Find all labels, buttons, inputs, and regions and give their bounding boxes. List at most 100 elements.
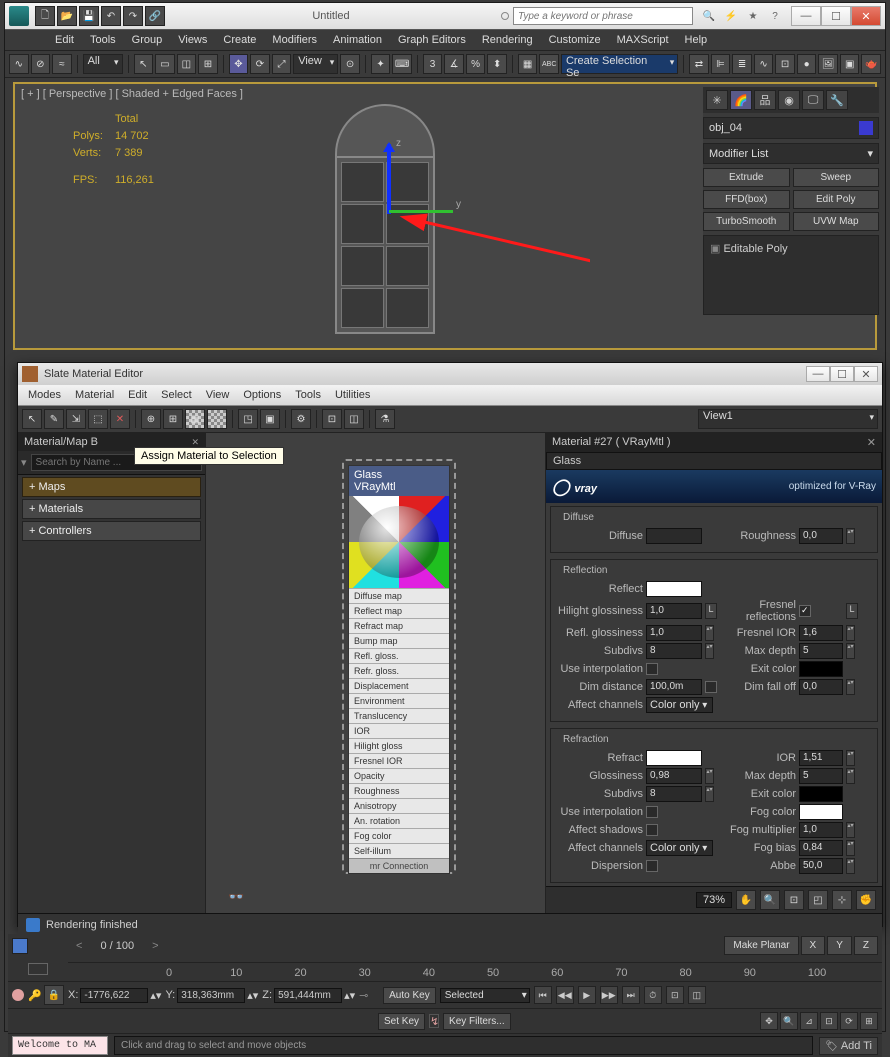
slate-menu-view[interactable]: View [206, 389, 230, 401]
node-preview[interactable] [349, 496, 449, 588]
slate-delete-icon[interactable]: ✕ [110, 409, 130, 429]
window-crossing-icon[interactable]: ⊞ [198, 54, 218, 74]
slate-layoutall-icon[interactable]: ⊡ [322, 409, 342, 429]
hilight-gloss-input[interactable]: 1,0 [646, 603, 702, 619]
turbosmooth-button[interactable]: TurboSmooth [703, 212, 790, 231]
select-name-icon[interactable]: ▭ [155, 54, 175, 74]
named-sel-icon[interactable]: ▦ [518, 54, 538, 74]
mirror-icon[interactable]: ⇄ [689, 54, 709, 74]
grab-icon[interactable]: ✊ [856, 890, 876, 910]
scale-icon[interactable]: ⤢ [272, 54, 292, 74]
vp-zoomall-icon[interactable]: ⊡ [820, 1012, 838, 1030]
roughness-spinner[interactable]: ▴▾ [846, 528, 855, 544]
angle-snap-icon[interactable]: ∡ [444, 54, 464, 74]
time-slider[interactable] [12, 938, 68, 954]
link-icon[interactable]: 🔗 [145, 6, 165, 26]
autokey-button[interactable]: Auto Key [383, 987, 436, 1004]
fog-color-swatch[interactable] [799, 804, 843, 820]
menu-tools[interactable]: Tools [90, 34, 116, 46]
y-coord-input[interactable]: 318,363mm [177, 988, 245, 1003]
setkey-big-icon[interactable]: ↯ [429, 1014, 439, 1028]
fog-bias-input[interactable]: 0,84 [799, 840, 843, 856]
slate-titlebar[interactable]: Slate Material Editor — ☐ ✕ [18, 363, 882, 385]
bind-icon[interactable]: ≈ [52, 54, 72, 74]
gizmo-z-axis[interactable] [387, 144, 391, 214]
slate-options-icon[interactable]: ⚙ [291, 409, 311, 429]
refract-maxdepth-input[interactable]: 5 [799, 768, 843, 784]
planar-y-button[interactable]: Y [827, 936, 852, 955]
slate-checker-icon[interactable] [207, 409, 227, 429]
abc-icon[interactable]: ABC [539, 54, 559, 74]
slate-select-obj-icon[interactable]: ▣ [260, 409, 280, 429]
unlink-icon[interactable]: ⊘ [31, 54, 51, 74]
ref-coord-dropdown[interactable]: View [293, 54, 338, 74]
menu-edit[interactable]: Edit [55, 34, 74, 46]
slate-minimize-button[interactable]: — [806, 366, 830, 382]
menu-modifiers[interactable]: Modifiers [272, 34, 317, 46]
node-slot[interactable]: Refr. gloss. [349, 663, 449, 678]
next-frame-icon[interactable]: ▶▶ [600, 986, 618, 1004]
keyboard-icon[interactable]: ⌨ [392, 54, 412, 74]
pan-view-icon[interactable]: ⊹ [832, 890, 852, 910]
slate-menu-utilities[interactable]: Utilities [335, 389, 370, 401]
lock-icon[interactable]: 🔒 [44, 985, 64, 1005]
display-tab-icon[interactable]: 🖵 [802, 90, 824, 110]
undo-icon[interactable]: ↶ [101, 6, 121, 26]
align-icon[interactable]: ⊫ [711, 54, 731, 74]
refl-gloss-input[interactable]: 1,0 [646, 625, 702, 641]
node-slot[interactable]: IOR [349, 723, 449, 738]
menu-create[interactable]: Create [223, 34, 256, 46]
setkey-button[interactable]: Set Key [378, 1013, 425, 1030]
reflect-color-swatch[interactable] [646, 581, 702, 597]
xview-icon[interactable]: ◫ [688, 986, 706, 1004]
select-icon[interactable]: ↖ [134, 54, 154, 74]
pivot-icon[interactable]: ⊙ [340, 54, 360, 74]
slate-pointer-icon[interactable]: ↖ [22, 409, 42, 429]
node-slot[interactable]: Reflect map [349, 603, 449, 618]
slate-bg-icon[interactable]: ▦ [185, 409, 205, 429]
node-slot[interactable]: Anisotropy [349, 798, 449, 813]
menu-group[interactable]: Group [132, 34, 163, 46]
refl-maxdepth-input[interactable]: 5 [799, 643, 843, 659]
render-frame-icon[interactable]: ▣ [840, 54, 860, 74]
abbe-input[interactable]: 50,0 [799, 858, 843, 874]
vp-orbit-icon[interactable]: ⟳ [840, 1012, 858, 1030]
node-slot[interactable]: Diffuse map [349, 588, 449, 603]
diffuse-color-swatch[interactable] [646, 528, 702, 544]
minimize-button[interactable]: — [791, 6, 821, 26]
isolate-icon[interactable]: ⊡ [666, 986, 684, 1004]
slate-canvas[interactable]: GlassVRayMtl Diffuse mapReflect mapRefra… [206, 433, 546, 913]
slate-maximize-button[interactable]: ☐ [830, 366, 854, 382]
material-node[interactable]: GlassVRayMtl Diffuse mapReflect mapRefra… [348, 465, 450, 874]
node-slot[interactable]: Roughness [349, 783, 449, 798]
vp-pan-icon[interactable]: ✥ [760, 1012, 778, 1030]
refract-ior-input[interactable]: 1,51 [799, 750, 843, 766]
slate-menu-tools[interactable]: Tools [295, 389, 321, 401]
affect-shadows-checkbox[interactable] [646, 824, 658, 836]
slate-menu-select[interactable]: Select [161, 389, 192, 401]
goto-end-icon[interactable]: ⏭ [622, 986, 640, 1004]
refl-affect-dropdown[interactable]: Color only ▾ [646, 697, 713, 713]
refract-gloss-input[interactable]: 0,98 [646, 768, 702, 784]
slate-menu-modes[interactable]: Modes [28, 389, 61, 401]
navigator-icon[interactable]: 👓 [228, 889, 244, 905]
vp-maximize-icon[interactable]: ⊞ [860, 1012, 878, 1030]
slate-menu-material[interactable]: Material [75, 389, 114, 401]
named-selection-dropdown[interactable]: Create Selection Se [561, 54, 678, 74]
object-name-field[interactable]: obj_04 [703, 117, 879, 139]
refract-exitcolor-swatch[interactable] [799, 786, 843, 802]
render-icon[interactable]: 🫖 [861, 54, 881, 74]
hierarchy-tab-icon[interactable]: 品 [754, 90, 776, 110]
x-coord-input[interactable]: -1776,622 [80, 988, 148, 1003]
open-icon[interactable]: 📂 [57, 6, 77, 26]
node-slot[interactable]: Fog color [349, 828, 449, 843]
new-icon[interactable]: 🗋 [35, 6, 55, 26]
node-slot[interactable]: An. rotation [349, 813, 449, 828]
time-ruler[interactable]: 0102030405060708090100 [68, 962, 882, 981]
fresnel-checkbox[interactable] [799, 605, 811, 617]
time-config-icon[interactable]: ⏱ [644, 986, 662, 1004]
make-planar-button[interactable]: Make Planar [724, 936, 798, 955]
select-link-icon[interactable]: ∿ [9, 54, 29, 74]
node-slot[interactable]: Refract map [349, 618, 449, 633]
selection-filter-dropdown[interactable]: All [83, 54, 123, 74]
